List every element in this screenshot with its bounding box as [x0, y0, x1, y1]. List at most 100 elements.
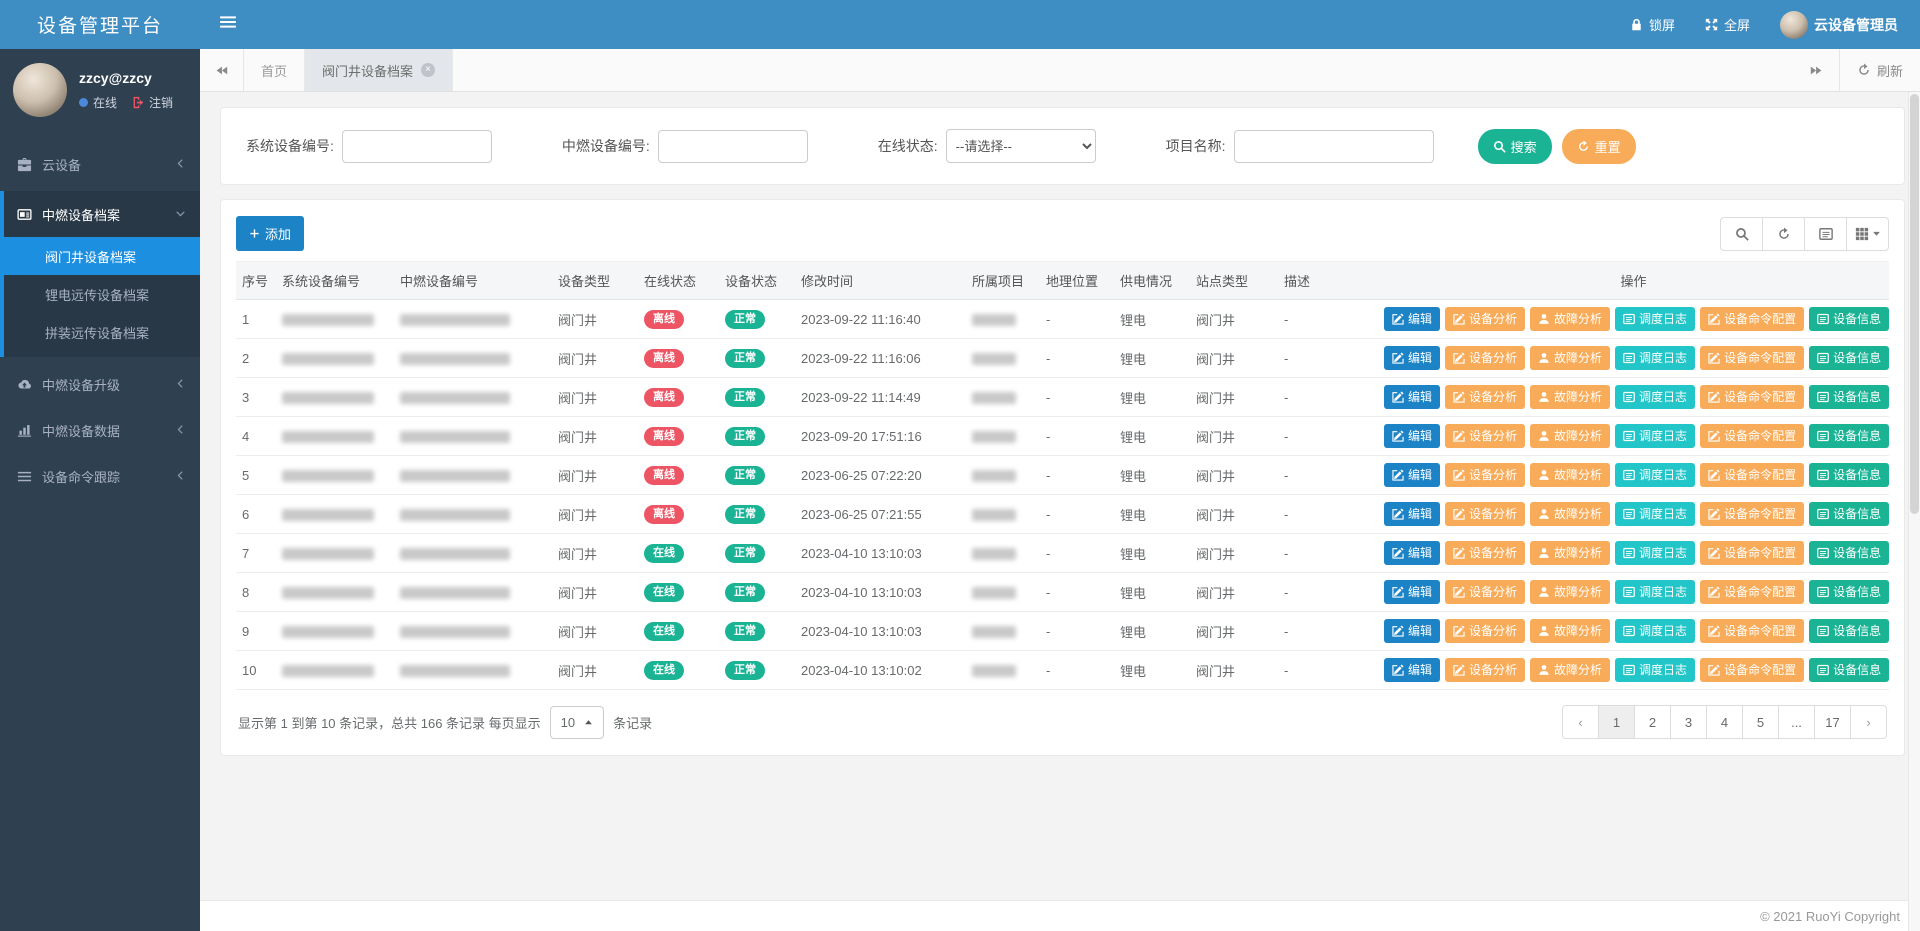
row-action-button[interactable]: 调度日志 — [1615, 346, 1695, 370]
row-action-button[interactable]: 故障分析 — [1530, 502, 1610, 526]
detail-view-button[interactable] — [1804, 217, 1847, 251]
reset-button[interactable]: 重置 — [1562, 129, 1636, 164]
tabs-scroll-right-button[interactable] — [1795, 49, 1839, 91]
row-action-button[interactable]: 设备分析 — [1445, 502, 1525, 526]
refresh-button[interactable] — [1762, 217, 1805, 251]
row-action-button[interactable]: 设备分析 — [1445, 385, 1525, 409]
sidebar-item[interactable]: 中燃设备档案 — [4, 191, 200, 237]
row-action-button[interactable]: 设备命令配置 — [1700, 307, 1804, 331]
row-action-button[interactable]: 编辑 — [1384, 502, 1440, 526]
row-action-button[interactable]: 故障分析 — [1530, 424, 1610, 448]
page-number-button[interactable]: 3 — [1670, 705, 1707, 739]
row-action-button[interactable]: 设备信息 — [1809, 385, 1889, 409]
scrollbar-thumb[interactable] — [1910, 94, 1919, 514]
sidebar-toggle-button[interactable] — [200, 13, 256, 37]
row-action-button[interactable]: 设备命令配置 — [1700, 424, 1804, 448]
row-action-button[interactable]: 调度日志 — [1615, 424, 1695, 448]
page-number-button[interactable]: 2 — [1634, 705, 1671, 739]
row-action-button[interactable]: 故障分析 — [1530, 307, 1610, 331]
tab-close-icon[interactable]: × — [421, 63, 435, 77]
row-action-button[interactable]: 故障分析 — [1530, 658, 1610, 682]
row-action-button[interactable]: 设备命令配置 — [1700, 619, 1804, 643]
row-action-button[interactable]: 编辑 — [1384, 619, 1440, 643]
row-action-button[interactable]: 编辑 — [1384, 424, 1440, 448]
page-number-button[interactable]: 4 — [1706, 705, 1743, 739]
row-action-button[interactable]: 设备分析 — [1445, 619, 1525, 643]
page-prev-button[interactable]: ‹ — [1562, 705, 1599, 739]
row-action-button[interactable]: 编辑 — [1384, 463, 1440, 487]
tab[interactable]: 阀门井设备档案× — [305, 49, 453, 91]
row-action-button[interactable]: 设备信息 — [1809, 541, 1889, 565]
row-action-button[interactable]: 设备命令配置 — [1700, 580, 1804, 604]
logout-button[interactable]: 注销 — [132, 94, 173, 111]
gas-device-no-input[interactable] — [658, 130, 808, 163]
row-action-button[interactable]: 设备信息 — [1809, 619, 1889, 643]
search-button[interactable]: 搜索 — [1478, 129, 1552, 164]
row-action-button[interactable]: 编辑 — [1384, 580, 1440, 604]
row-action-button[interactable]: 设备分析 — [1445, 346, 1525, 370]
fullscreen-button[interactable]: 全屏 — [1705, 15, 1750, 34]
sidebar-item[interactable]: 云设备 — [4, 141, 200, 187]
row-action-button[interactable]: 调度日志 — [1615, 658, 1695, 682]
row-action-button[interactable]: 故障分析 — [1530, 580, 1610, 604]
tabs-scroll-left-button[interactable] — [200, 49, 244, 91]
row-action-button[interactable]: 设备分析 — [1445, 658, 1525, 682]
project-name-input[interactable] — [1234, 130, 1434, 163]
row-action-button[interactable]: 调度日志 — [1615, 541, 1695, 565]
sidebar-subitem[interactable]: 锂电远传设备档案 — [4, 275, 200, 313]
row-action-button[interactable]: 故障分析 — [1530, 619, 1610, 643]
vertical-scrollbar[interactable] — [1908, 92, 1920, 931]
row-action-button[interactable]: 调度日志 — [1615, 502, 1695, 526]
row-action-button[interactable]: 故障分析 — [1530, 463, 1610, 487]
sidebar-subitem[interactable]: 拼装远传设备档案 — [4, 313, 200, 351]
row-action-button[interactable]: 编辑 — [1384, 385, 1440, 409]
row-action-button[interactable]: 设备命令配置 — [1700, 346, 1804, 370]
search-button[interactable] — [1720, 217, 1763, 251]
row-action-button[interactable]: 设备分析 — [1445, 307, 1525, 331]
row-action-button[interactable]: 调度日志 — [1615, 307, 1695, 331]
columns-button[interactable] — [1846, 217, 1889, 251]
row-action-button[interactable]: 设备命令配置 — [1700, 385, 1804, 409]
row-action-button[interactable]: 设备分析 — [1445, 541, 1525, 565]
row-action-button[interactable]: 设备信息 — [1809, 346, 1889, 370]
page-number-button[interactable]: 17 — [1814, 705, 1851, 739]
sidebar-item[interactable]: 设备命令跟踪 — [4, 453, 200, 499]
system-device-no-input[interactable] — [342, 130, 492, 163]
row-action-button[interactable]: 故障分析 — [1530, 346, 1610, 370]
online-status-select[interactable]: --请选择-- — [946, 129, 1096, 163]
row-action-button[interactable]: 调度日志 — [1615, 580, 1695, 604]
user-avatar[interactable] — [13, 63, 67, 117]
row-action-button[interactable]: 设备命令配置 — [1700, 502, 1804, 526]
row-action-button[interactable]: 编辑 — [1384, 307, 1440, 331]
row-action-button[interactable]: 设备信息 — [1809, 307, 1889, 331]
sidebar-item[interactable]: 中燃设备数据 — [4, 407, 200, 453]
row-action-button[interactable]: 编辑 — [1384, 346, 1440, 370]
per-page-select[interactable]: 10 — [550, 706, 604, 739]
page-number-button[interactable]: 5 — [1742, 705, 1779, 739]
row-action-button[interactable]: 编辑 — [1384, 658, 1440, 682]
row-action-button[interactable]: 设备信息 — [1809, 580, 1889, 604]
row-action-button[interactable]: 故障分析 — [1530, 541, 1610, 565]
lock-screen-button[interactable]: 锁屏 — [1630, 15, 1675, 34]
row-action-button[interactable]: 故障分析 — [1530, 385, 1610, 409]
page-next-button[interactable]: › — [1850, 705, 1887, 739]
row-action-button[interactable]: 调度日志 — [1615, 463, 1695, 487]
row-action-button[interactable]: 设备信息 — [1809, 502, 1889, 526]
row-action-button[interactable]: 编辑 — [1384, 541, 1440, 565]
sidebar-item[interactable]: 中燃设备升级 — [4, 361, 200, 407]
row-action-button[interactable]: 设备分析 — [1445, 463, 1525, 487]
row-action-button[interactable]: 设备命令配置 — [1700, 541, 1804, 565]
row-action-button[interactable]: 设备命令配置 — [1700, 658, 1804, 682]
page-number-button[interactable]: 1 — [1598, 705, 1635, 739]
add-button[interactable]: 添加 — [236, 216, 304, 251]
tab-refresh-button[interactable]: 刷新 — [1839, 49, 1920, 91]
row-action-button[interactable]: 设备信息 — [1809, 463, 1889, 487]
tab[interactable]: 首页 — [244, 49, 305, 91]
admin-menu[interactable]: 云设备管理员 — [1780, 11, 1898, 39]
row-action-button[interactable]: 设备分析 — [1445, 580, 1525, 604]
row-action-button[interactable]: 设备分析 — [1445, 424, 1525, 448]
row-action-button[interactable]: 设备信息 — [1809, 424, 1889, 448]
row-action-button[interactable]: 设备命令配置 — [1700, 463, 1804, 487]
sidebar-subitem[interactable]: 阀门井设备档案 — [4, 237, 200, 275]
row-action-button[interactable]: 调度日志 — [1615, 619, 1695, 643]
